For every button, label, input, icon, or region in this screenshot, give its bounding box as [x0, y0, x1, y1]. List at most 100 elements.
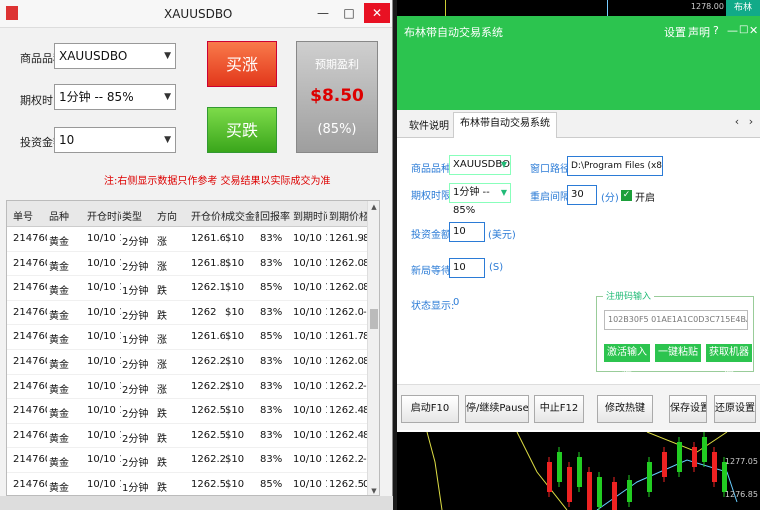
- restore-settings-button[interactable]: 还原设置: [714, 395, 756, 423]
- save-settings-button[interactable]: 保存设置: [669, 395, 707, 423]
- table-row[interactable]: 214760黄金10/10 12分钟涨1262.29$1083%10/10 11…: [7, 375, 379, 400]
- column-header[interactable]: 开仓价格: [191, 208, 225, 223]
- table-cell: $10: [225, 405, 245, 417]
- restart-interval-input[interactable]: 30: [567, 185, 597, 205]
- column-header[interactable]: 成交金额: [225, 208, 259, 223]
- table-cell: 214760: [13, 282, 47, 294]
- expiry-select[interactable]: 1分钟 -- 85% ▼: [54, 84, 176, 110]
- table-cell: 214760: [13, 380, 47, 392]
- table-cell: 1262.51: [329, 478, 363, 490]
- stop-button[interactable]: 中止F12: [534, 395, 584, 423]
- table-cell: 10/10 1: [293, 355, 327, 367]
- table-cell: 10/10 1: [293, 380, 327, 392]
- table-cell: 83%: [260, 257, 283, 269]
- table-cell: 黄金: [49, 335, 69, 347]
- bollinger-system-window: 1278.00 布林 布林带自动交易系统 设置 声明 ? — □ ✕ 软件说明 …: [397, 0, 760, 510]
- maximize-button[interactable]: □: [739, 24, 748, 35]
- product-select[interactable]: XAUUSDBO ▼: [449, 155, 511, 175]
- table-cell: 1261.68: [191, 331, 225, 343]
- table-cell: 黄金: [49, 237, 69, 248]
- minimize-button[interactable]: —: [727, 24, 738, 37]
- bottom-strip: [0, 496, 393, 510]
- table-cell: $10: [225, 380, 245, 392]
- vertical-scrollbar[interactable]: ▲ ▼: [367, 201, 379, 495]
- tab-software-info[interactable]: 软件说明: [403, 115, 455, 134]
- window-path-value: D:\Program Files (x86)\Trust: [571, 161, 663, 171]
- expiry-select[interactable]: 1分钟 -- 85% ▼: [449, 183, 511, 216]
- table-row[interactable]: 214760黄金10/10 12分钟涨1261.82$1083%10/10 11…: [7, 252, 379, 277]
- table-cell: 10/10 1: [87, 405, 121, 417]
- table-row[interactable]: 214760黄金10/10 11分钟跌1262.11$1085%10/10 11…: [7, 276, 379, 301]
- maximize-button[interactable]: □: [338, 3, 360, 23]
- table-cell: $10: [225, 233, 245, 244]
- buy-up-button[interactable]: 买涨: [207, 41, 277, 87]
- table-cell: 黄金: [49, 286, 69, 298]
- product-label: 商品品种:: [411, 164, 455, 175]
- column-header[interactable]: 回报率: [260, 208, 292, 223]
- get-machine-code-button[interactable]: 获取机器码: [706, 344, 752, 376]
- table-cell: $10: [225, 306, 245, 318]
- start-button[interactable]: 启动F10: [401, 395, 459, 423]
- table-row[interactable]: 214760黄金10/10 12分钟涨1262.28$1083%10/10 11…: [7, 350, 379, 375]
- table-row[interactable]: 214760黄金10/10 12分钟跌1262.26$1083%10/10 11…: [7, 448, 379, 473]
- table-cell: 跌: [157, 310, 167, 322]
- help-icon[interactable]: ?: [713, 24, 719, 37]
- table-cell: 1261.91: [329, 233, 363, 244]
- modify-hotkey-button[interactable]: 修改热键: [597, 395, 653, 423]
- brand-tag: 布林: [726, 0, 760, 16]
- table-cell: 214760: [13, 257, 47, 269]
- table-cell: 1262.11: [191, 282, 225, 294]
- scroll-up-icon[interactable]: ▲: [368, 201, 379, 213]
- tab-prev-icon[interactable]: ‹: [730, 115, 744, 131]
- registration-code-input[interactable]: 102B30F5 01AE1A1C0D3C715E4BAFA11D06F: [604, 310, 748, 330]
- amount-select[interactable]: 10 ▼: [54, 127, 176, 153]
- table-cell: 85%: [260, 478, 283, 490]
- product-select[interactable]: XAUUSDBO ▼: [54, 43, 176, 69]
- column-header[interactable]: 类型: [122, 208, 156, 223]
- table-cell: 214760: [13, 331, 47, 343]
- table-cell: 83%: [260, 233, 283, 244]
- window-path-input[interactable]: D:\Program Files (x86)\Trust: [567, 156, 663, 176]
- activate-input-button[interactable]: 激活输入框: [604, 344, 650, 376]
- table-cell: 1262.52: [191, 429, 225, 441]
- table-row[interactable]: 214760黄金10/10 11分钟涨1261.68$1085%10/10 11…: [7, 325, 379, 350]
- chevron-down-icon: ▼: [164, 51, 171, 61]
- wait-input[interactable]: 10: [449, 258, 485, 278]
- column-header[interactable]: 方向: [157, 208, 189, 223]
- minimize-button[interactable]: —: [312, 3, 334, 23]
- enable-checkbox[interactable]: ✓: [621, 190, 632, 201]
- price-tick-2: 1276.85: [724, 490, 758, 499]
- table-row[interactable]: 214760黄金10/10 12分钟跌1262.54$1083%10/10 11…: [7, 399, 379, 424]
- table-cell: 10/10 1: [87, 282, 121, 294]
- title-bar: XAUUSDBO — □ ✕: [0, 0, 392, 28]
- table-cell: 1262.49: [329, 405, 363, 417]
- close-button[interactable]: ✕: [749, 24, 758, 37]
- column-header[interactable]: 品种: [49, 208, 85, 223]
- settings-link[interactable]: 设置: [664, 24, 686, 40]
- scroll-down-icon[interactable]: ▼: [368, 485, 379, 495]
- expected-profit-panel: 预期盈利 $8.50 (85%): [296, 41, 378, 153]
- table-cell: 黄金: [49, 261, 69, 273]
- column-header[interactable]: 到期时间: [293, 208, 327, 223]
- amount-input[interactable]: 10: [449, 222, 485, 242]
- column-header[interactable]: 单号: [13, 208, 47, 223]
- pause-button[interactable]: 停/继续Pause/Break: [465, 395, 529, 423]
- paste-button[interactable]: 一键粘贴: [655, 344, 701, 362]
- table-row[interactable]: 214760黄金10/10 12分钟涨1261.66$1083%10/10 11…: [7, 227, 379, 252]
- table-row[interactable]: 214760黄金10/10 12分钟跌1262$1083%10/10 11262…: [7, 301, 379, 326]
- table-row[interactable]: 214760黄金10/10 12分钟跌1262.52$1083%10/10 11…: [7, 424, 379, 449]
- table-cell: 2分钟: [122, 310, 149, 322]
- close-button[interactable]: ✕: [364, 3, 390, 23]
- table-cell: 214760: [13, 233, 47, 244]
- table-cell: 1262.29: [191, 380, 225, 392]
- column-header[interactable]: 到期价格: [329, 208, 363, 223]
- chevron-down-icon: ▼: [164, 135, 171, 145]
- tab-bollinger-system[interactable]: 布林带自动交易系统: [453, 112, 557, 138]
- table-row[interactable]: 214760黄金10/10 11分钟跌1262.51$1085%10/10 11…: [7, 473, 379, 495]
- scroll-thumb[interactable]: [370, 309, 378, 329]
- column-header[interactable]: 开仓时间: [87, 208, 121, 223]
- statement-link[interactable]: 声明: [688, 24, 710, 40]
- tab-next-icon[interactable]: ›: [744, 115, 758, 131]
- buy-down-button[interactable]: 买跌: [207, 107, 277, 153]
- product-value: XAUUSDBO: [59, 49, 128, 63]
